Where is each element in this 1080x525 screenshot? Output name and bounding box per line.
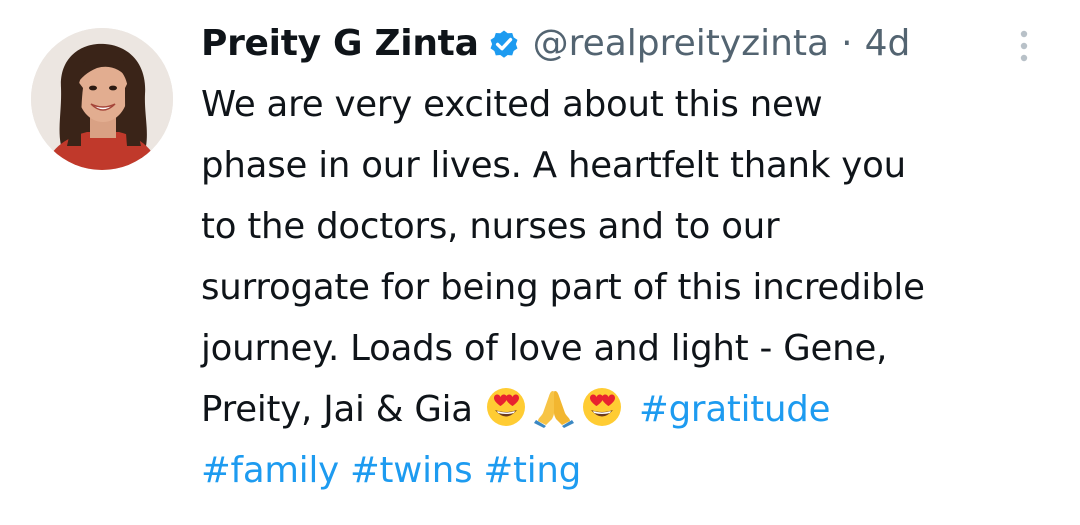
author-handle[interactable]: @realpreityzinta xyxy=(533,18,830,70)
tweet-line-hashtags: #family #twins #ting xyxy=(201,440,1061,501)
header-separator: · xyxy=(841,23,853,64)
more-vertical-icon[interactable] xyxy=(1012,26,1036,66)
hashtag-link[interactable]: #gratitude xyxy=(639,389,830,430)
author-name[interactable]: Preity G Zinta xyxy=(201,18,479,70)
tweet-line: phase in our lives. A heartfelt thank yo… xyxy=(201,145,906,186)
verified-badge-icon xyxy=(487,27,521,61)
tweet-body: We are very excited about this new phase… xyxy=(201,74,1061,501)
heart-eyes-face-icon xyxy=(484,385,528,429)
hashtag-link[interactable]: #ting xyxy=(483,450,581,491)
tweet-line: We are very excited about this new xyxy=(201,84,823,125)
tweet-header: Preity G Zinta @realpreityzinta · 4d xyxy=(201,18,910,70)
hashtag-link[interactable]: #family xyxy=(201,450,339,491)
tweet-line: surrogate for being part of this incredi… xyxy=(201,267,925,308)
tweet-line-last: Preity, Jai & Gia #gratitude xyxy=(201,379,1061,440)
tweet[interactable]: Preity G Zinta @realpreityzinta · 4d We … xyxy=(0,0,1080,525)
avatar[interactable] xyxy=(31,28,173,170)
tweet-timestamp[interactable]: 4d xyxy=(865,18,911,70)
avatar-image xyxy=(31,28,173,170)
folded-hands-icon xyxy=(532,385,576,429)
tweet-line-text: Preity, Jai & Gia xyxy=(201,389,484,430)
tweet-line: journey. Loads of love and light - Gene, xyxy=(201,328,888,369)
tweet-line: to the doctors, nurses and to our xyxy=(201,206,780,247)
heart-eyes-face-icon xyxy=(580,385,624,429)
hashtag-link[interactable]: #twins xyxy=(350,450,473,491)
